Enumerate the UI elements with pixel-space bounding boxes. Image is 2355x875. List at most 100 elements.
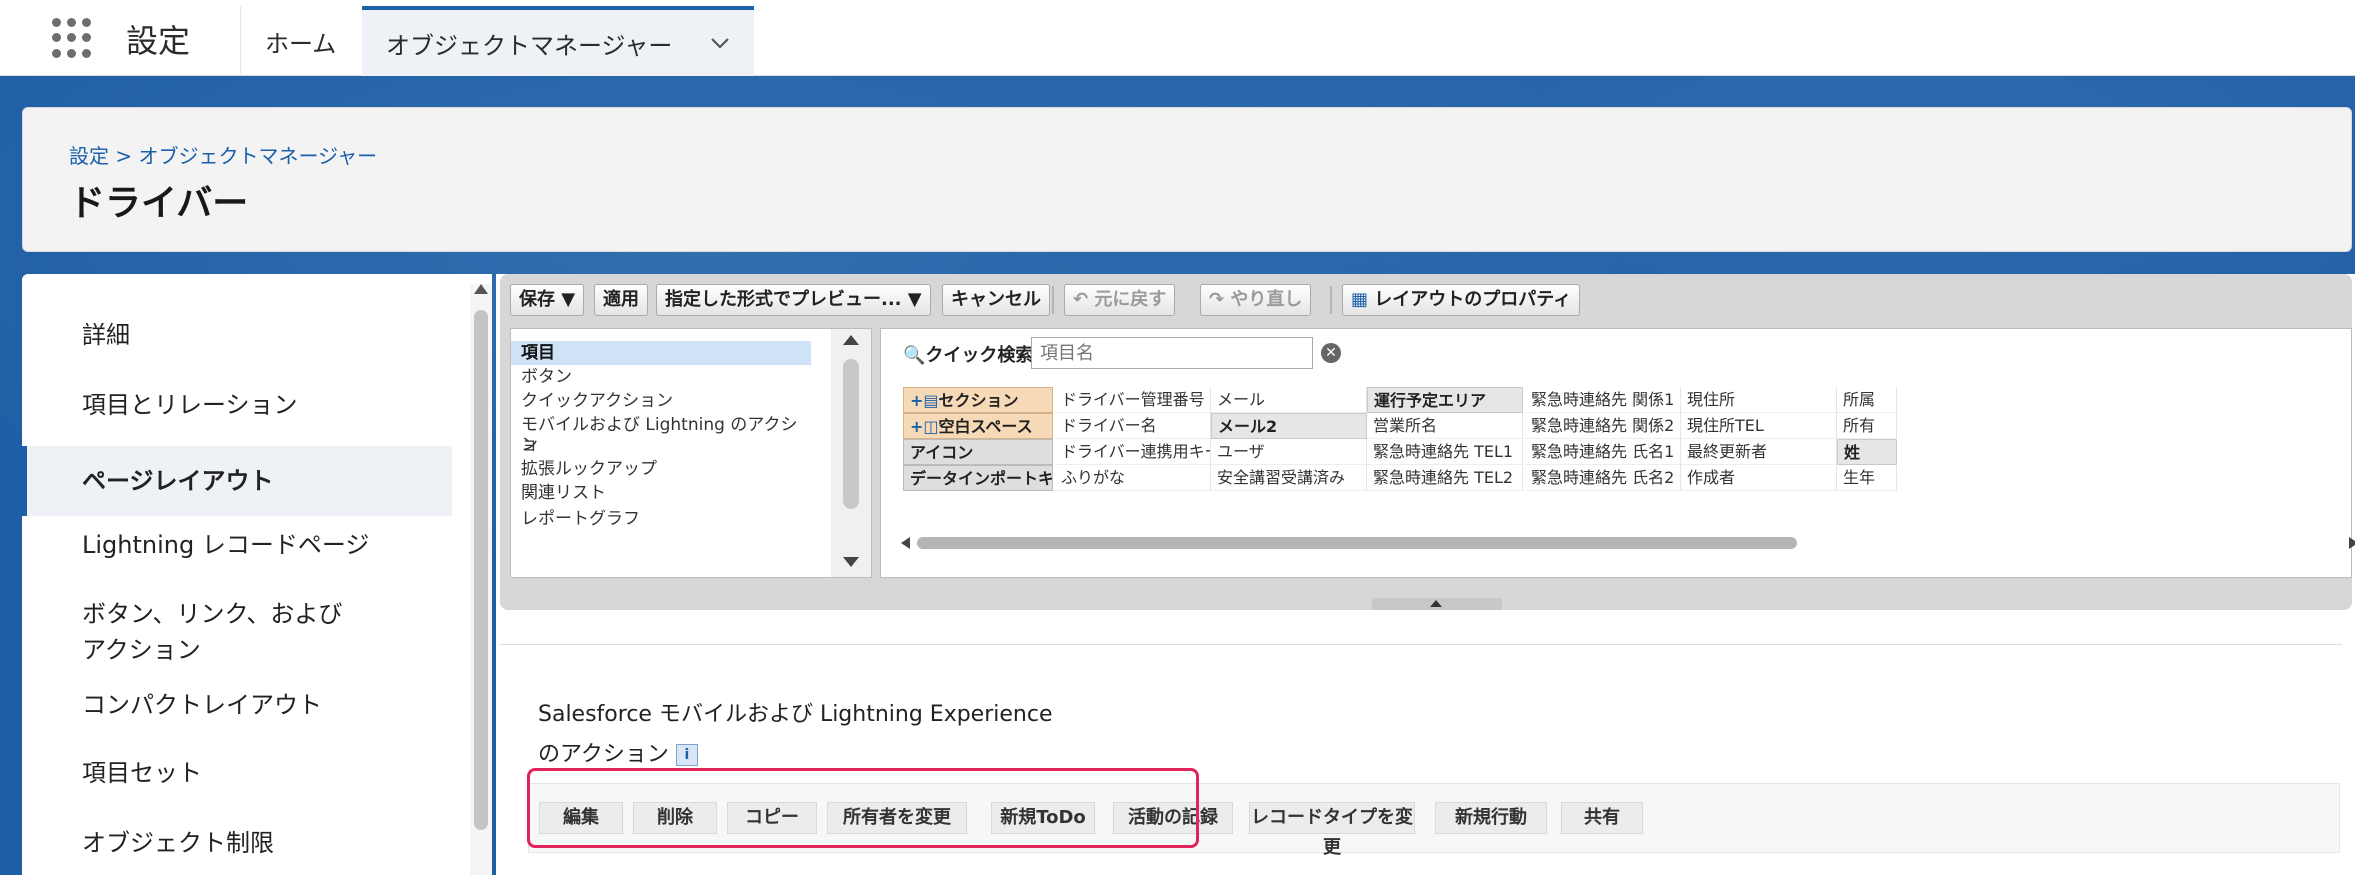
palette-category-list: 項目 ボタン クイックアクション モバイルおよび Lightning のアクショ… <box>510 328 872 578</box>
palette-category-scrollbar[interactable] <box>831 329 871 577</box>
save-button[interactable]: 保存 ▼ <box>510 284 585 316</box>
palette-field[interactable]: 現住所TEL <box>1681 413 1837 439</box>
palette-field[interactable]: 現住所 <box>1681 387 1837 413</box>
palette-category-expanded-lookups[interactable]: 拡張ルックアップ <box>511 459 811 479</box>
info-icon[interactable]: i <box>675 744 698 766</box>
palette-category-buttons[interactable]: ボタン <box>511 367 811 387</box>
action-share-button[interactable]: 共有 <box>1561 802 1643 834</box>
sidebar-item-buttons-links-actions[interactable]: ボタン、リンク、およびアクション <box>22 596 352 668</box>
palette-field-used[interactable]: メール2 <box>1211 413 1367 439</box>
palette-icon-item[interactable]: アイコン <box>903 439 1053 465</box>
sidebar-item-fields-relationships[interactable]: 項目とリレーション <box>22 384 452 426</box>
sidebar-item-details[interactable]: 詳細 <box>22 314 452 356</box>
scroll-up-icon[interactable] <box>843 335 859 345</box>
redo-icon: ↷ <box>1209 289 1225 310</box>
scroll-right-icon[interactable] <box>2349 537 2355 549</box>
palette-field[interactable]: ドライバー管理番号 <box>1055 387 1211 413</box>
magnifier-icon: 🔍 <box>903 345 926 366</box>
palette-field[interactable]: ユーザ <box>1211 439 1367 465</box>
sidebar-item-page-layouts[interactable]: ページレイアウト <box>22 446 452 516</box>
sidebar-item-lightning-record-pages[interactable]: Lightning レコードページ <box>22 524 452 566</box>
page-title: ドライバー <box>69 183 249 224</box>
palette-category-related-lists[interactable]: 関連リスト <box>511 483 811 503</box>
chevron-down-icon[interactable] <box>707 30 733 56</box>
palette-resize-handle[interactable] <box>1372 598 1502 610</box>
breadcrumb[interactable]: 設定 > オブジェクトマネージャー <box>69 140 377 169</box>
palette-horizontal-scrollbar[interactable] <box>901 535 2355 551</box>
tab-home[interactable]: ホーム <box>265 24 336 59</box>
layout-properties-button[interactable]: ▦ レイアウトのプロパティ <box>1342 284 1581 316</box>
palette-h-scroll-thumb[interactable] <box>917 537 1797 549</box>
redo-button[interactable]: ↷ やり直し <box>1200 284 1312 316</box>
sidebar-item-field-sets[interactable]: 項目セット <box>22 752 452 794</box>
app-launcher-icon[interactable] <box>52 18 92 58</box>
palette-field-used[interactable]: 運行予定エリア <box>1367 387 1523 413</box>
layout-editor-panel: 保存 ▼ 適用 指定した形式でプレビュー... ▼ キャンセル ↶ 元に戻す ↷… <box>500 274 2355 610</box>
palette-field[interactable]: ドライバー名 <box>1055 413 1211 439</box>
palette-category-quick-actions[interactable]: クイックアクション <box>511 391 811 411</box>
collapse-up-icon <box>1430 600 1442 607</box>
actions-title-line2: のアクション <box>538 742 669 767</box>
blank-space-icon: +◫ <box>910 417 939 436</box>
toolbar-divider <box>1330 286 1332 314</box>
redo-label: やり直し <box>1230 289 1303 310</box>
scroll-left-icon[interactable] <box>901 537 910 549</box>
quick-search-label: 🔍クイック検索 <box>903 341 1033 367</box>
palette-field[interactable]: 所属 <box>1837 387 1897 413</box>
sidebar: 詳細 項目とリレーション ページレイアウト Lightning レコードページ … <box>22 274 492 875</box>
palette-field[interactable]: 緊急時連絡先 氏名2 <box>1525 465 1681 491</box>
app-name: 設定 <box>126 22 191 60</box>
palette-field[interactable]: 営業所名 <box>1367 413 1523 439</box>
palette-category-mobile-lightning-actions-cont[interactable]: ン <box>511 435 811 455</box>
layout-properties-icon: ▦ <box>1351 289 1369 310</box>
highlight-annotation <box>527 768 1199 848</box>
quick-search-text: クイック検索 <box>925 345 1034 366</box>
cancel-button[interactable]: キャンセル <box>942 284 1050 316</box>
palette-field[interactable]: 緊急時連絡先 氏名1 <box>1525 439 1681 465</box>
palette-field-used[interactable]: 姓 <box>1837 439 1897 465</box>
palette-scroll-thumb[interactable] <box>843 359 859 509</box>
palette-field[interactable]: 最終更新者 <box>1681 439 1837 465</box>
tab-object-manager-label: オブジェクトマネージャー <box>386 32 673 60</box>
palette-data-import-key-item[interactable]: データインポートキー <box>903 465 1053 491</box>
quick-search-input[interactable] <box>1031 337 1313 369</box>
undo-label: 元に戻す <box>1094 289 1167 310</box>
undo-button[interactable]: ↶ 元に戻す <box>1064 284 1176 316</box>
palette-field-grid: 🔍クイック検索 ✕ +▤セクション ドライバー管理番号 メール 運行予定エリア … <box>880 328 2355 578</box>
apply-button[interactable]: 適用 <box>594 284 648 316</box>
scroll-up-icon[interactable] <box>474 284 488 294</box>
palette-field[interactable]: ふりがな <box>1055 465 1211 491</box>
tab-object-manager[interactable]: オブジェクトマネージャー <box>362 6 754 76</box>
palette-field[interactable]: 緊急時連絡先 TEL1 <box>1367 439 1523 465</box>
palette-category-fields[interactable]: 項目 <box>511 341 811 365</box>
scroll-down-icon[interactable] <box>843 557 859 567</box>
palette-field[interactable]: メール <box>1211 387 1367 413</box>
page-header: 設定 > オブジェクトマネージャー ドライバー <box>22 107 2352 252</box>
actions-title-line1: Salesforce モバイルおよび Lightning Experience <box>538 702 1053 727</box>
palette-field[interactable]: 緊急時連絡先 関係2 <box>1525 413 1681 439</box>
palette-field[interactable]: ドライバー連携用キー <box>1055 439 1211 465</box>
sidebar-scrollbar[interactable] <box>470 284 492 875</box>
section-icon: +▤ <box>910 391 939 410</box>
palette-field[interactable]: 緊急時連絡先 TEL2 <box>1367 465 1523 491</box>
palette-section-item[interactable]: +▤セクション <box>903 387 1053 413</box>
palette-category-report-charts[interactable]: レポートグラフ <box>511 509 811 529</box>
palette-blank-space-item[interactable]: +◫空白スペース <box>903 413 1053 439</box>
palette-field[interactable]: 生年 <box>1837 465 1897 491</box>
sidebar-item-object-limits[interactable]: オブジェクト制限 <box>22 822 452 864</box>
clear-search-icon[interactable]: ✕ <box>1321 343 1341 363</box>
action-change-record-type-button[interactable]: レコードタイプを変更 <box>1249 802 1415 858</box>
sidebar-item-compact-layouts[interactable]: コンパクトレイアウト <box>22 684 452 726</box>
palette-field[interactable]: 所有 <box>1837 413 1897 439</box>
undo-icon: ↶ <box>1073 289 1089 310</box>
top-navigation: 設定 ホーム オブジェクトマネージャー <box>0 0 2355 76</box>
palette-field[interactable]: 緊急時連絡先 関係1 <box>1525 387 1681 413</box>
action-new-event-button[interactable]: 新規行動 <box>1435 802 1547 834</box>
sidebar-scroll-thumb[interactable] <box>474 310 488 830</box>
toolbar-divider <box>1052 286 1054 314</box>
palette-field[interactable]: 安全講習受講済み <box>1211 465 1367 491</box>
palette-field[interactable]: 作成者 <box>1681 465 1837 491</box>
preview-as-button[interactable]: 指定した形式でプレビュー... ▼ <box>656 284 931 316</box>
layout-properties-label: レイアウトのプロパティ <box>1374 289 1572 310</box>
nav-divider <box>240 6 241 74</box>
